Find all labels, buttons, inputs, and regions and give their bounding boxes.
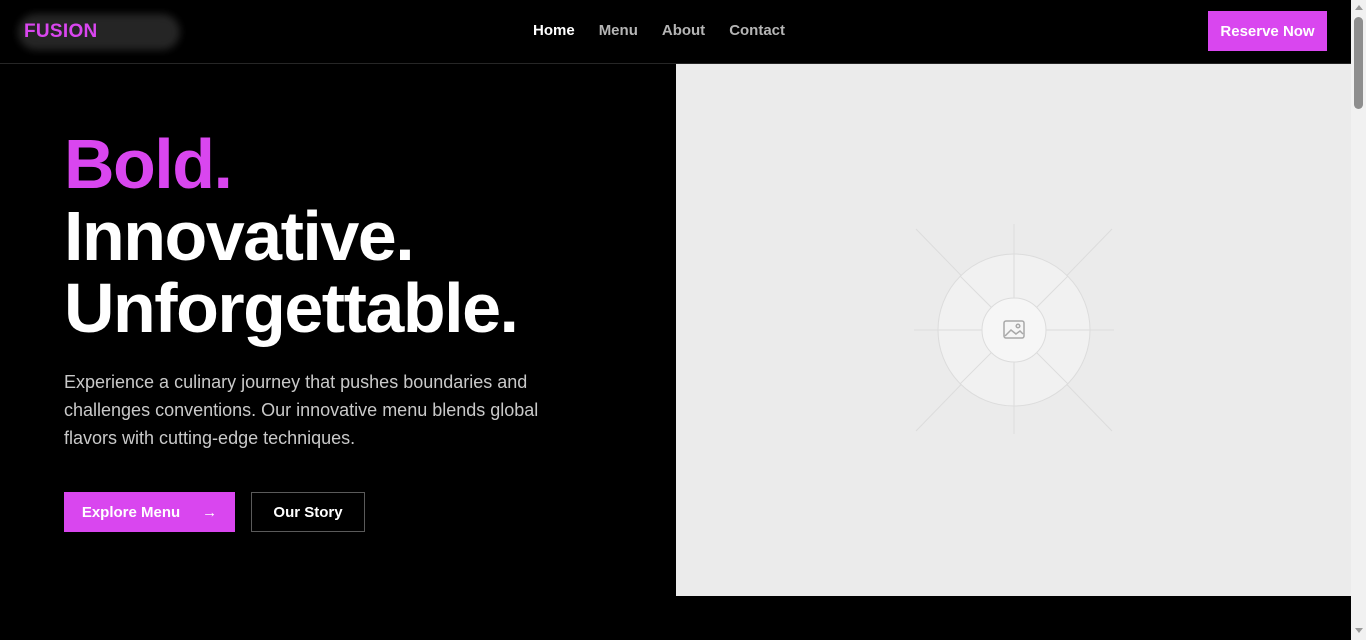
hero-image-placeholder bbox=[676, 64, 1351, 596]
top-nav: FUSION Home Menu About Contact Reserve N… bbox=[0, 0, 1351, 64]
scroll-thumb[interactable] bbox=[1354, 17, 1363, 109]
logo-container[interactable]: FUSION bbox=[18, 14, 180, 50]
explore-menu-button[interactable]: Explore Menu → bbox=[64, 492, 235, 532]
hero-content: Bold. Innovative. Unforgettable. Experie… bbox=[64, 128, 664, 532]
nav-link-contact[interactable]: Contact bbox=[729, 22, 785, 39]
nav-link-home[interactable]: Home bbox=[533, 22, 575, 39]
logo[interactable]: FUSION bbox=[24, 21, 98, 43]
scrollbar[interactable] bbox=[1351, 0, 1366, 640]
headline-line-unforgettable: Unforgettable. bbox=[64, 269, 519, 347]
headline-line-innovative: Innovative. bbox=[64, 197, 415, 275]
headline-line-bold: Bold. bbox=[64, 125, 233, 203]
nav-link-menu[interactable]: Menu bbox=[599, 22, 638, 39]
arrow-right-icon: → bbox=[202, 503, 218, 521]
scroll-down-arrow-icon[interactable] bbox=[1355, 628, 1363, 633]
hero-description: Experience a culinary journey that pushe… bbox=[64, 372, 539, 448]
hero-headline: Bold. Innovative. Unforgettable. bbox=[64, 128, 664, 344]
explore-menu-label: Explore Menu bbox=[81, 503, 181, 521]
hero-buttons: Explore Menu → Our Story bbox=[64, 492, 365, 532]
placeholder-graphic bbox=[914, 224, 1114, 434]
our-story-button[interactable]: Our Story bbox=[251, 492, 365, 532]
nav-links: Home Menu About Contact bbox=[533, 22, 785, 39]
scroll-up-arrow-icon[interactable] bbox=[1355, 5, 1363, 10]
nav-link-about[interactable]: About bbox=[662, 22, 705, 39]
reserve-now-button[interactable]: Reserve Now bbox=[1208, 11, 1327, 51]
